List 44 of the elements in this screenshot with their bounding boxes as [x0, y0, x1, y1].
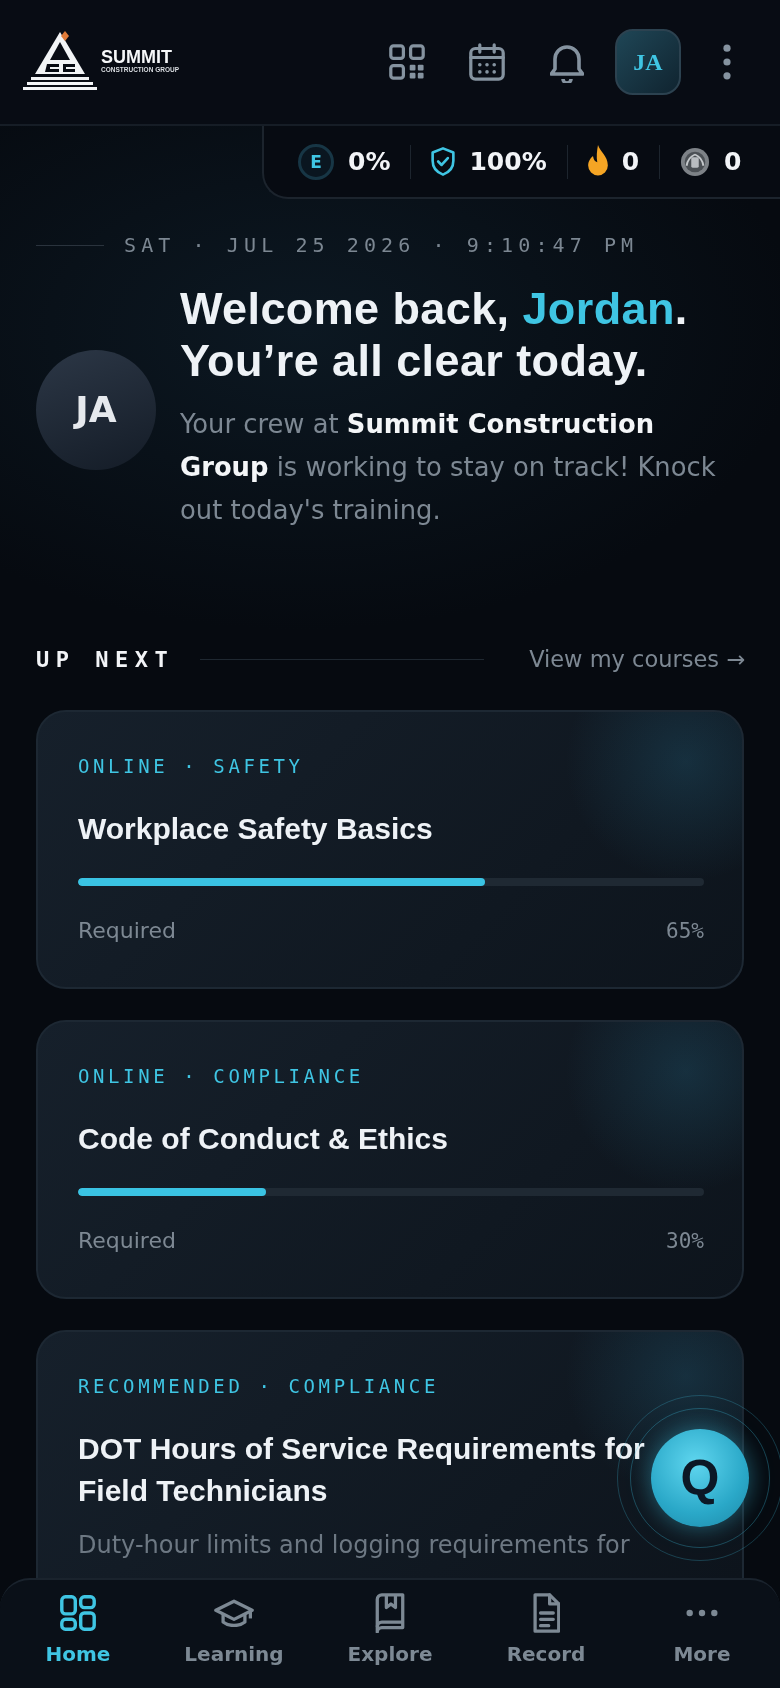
- course-title: DOT Hours of Service Requirements for Field Technicians: [78, 1431, 646, 1509]
- assistant-button[interactable]: Q: [651, 1429, 749, 1527]
- course-category: ONLINE · SAFETY: [78, 754, 304, 778]
- mountain-logo-icon: [23, 30, 97, 90]
- course-title: Code of Conduct & Ethics: [78, 1121, 448, 1157]
- nav-tab[interactable]: More: [624, 1580, 780, 1666]
- grid-icon: [60, 1594, 96, 1631]
- date-time-text: SAT · JUL 25 2026 · 9:10:47 PM: [124, 233, 639, 257]
- section-title: UP NEXT: [36, 646, 175, 672]
- course-category: RECOMMENDED · COMPLIANCE: [78, 1374, 439, 1398]
- course-card[interactable]: ONLINE · COMPLIANCE Code of Conduct & Ethics Required 30%: [36, 1020, 744, 1299]
- medal-icon: [680, 146, 711, 177]
- course-card[interactable]: ONLINE · SAFETY Workplace Safety Basics Required 65%: [36, 710, 744, 989]
- course-category: ONLINE · COMPLIANCE: [78, 1064, 364, 1088]
- course-description: Duty-hour limits and logging requirements for: [78, 1530, 630, 1561]
- progress-percent: 30%: [666, 1228, 704, 1253]
- calendar-icon: [469, 43, 505, 81]
- status-heading: You’re all clear today.: [180, 335, 649, 387]
- course-title: Workplace Safety Basics: [78, 811, 433, 847]
- energy-letter-badge: E: [298, 143, 334, 180]
- nav-tab[interactable]: Learning: [156, 1580, 312, 1666]
- book-icon: [375, 1592, 405, 1633]
- view-courses-link[interactable]: View my courses →: [529, 646, 745, 672]
- nav-tab[interactable]: Record: [468, 1580, 624, 1666]
- graduation-cap-icon: [214, 1598, 254, 1627]
- stat-value: 100%: [469, 147, 547, 176]
- requirement-label: Required: [78, 918, 176, 943]
- logo-name: SUMMIT: [101, 48, 173, 66]
- stat-value: 0: [724, 147, 742, 176]
- more-dots-icon: [686, 1608, 718, 1617]
- welcome-heading: Welcome back, Jordan.: [180, 283, 689, 335]
- kebab-menu-icon: [722, 44, 732, 80]
- stat-value: 0: [621, 147, 640, 176]
- progress-percent: 65%: [666, 918, 704, 943]
- nav-tab[interactable]: Explore: [312, 1580, 468, 1666]
- nav-tab[interactable]: Home: [0, 1580, 156, 1666]
- profile-avatar-button[interactable]: JA: [615, 29, 681, 95]
- user-avatar: JA: [36, 349, 156, 470]
- qr-code-icon: [389, 44, 425, 80]
- welcome-message: Your crew at Summit Construction Group is working to stay on track! Knock out today's training.: [180, 408, 717, 527]
- document-icon: [532, 1592, 560, 1633]
- requirement-label: Required: [78, 1228, 176, 1253]
- shield-check-icon: [431, 147, 456, 176]
- stat-value: 0%: [348, 147, 391, 176]
